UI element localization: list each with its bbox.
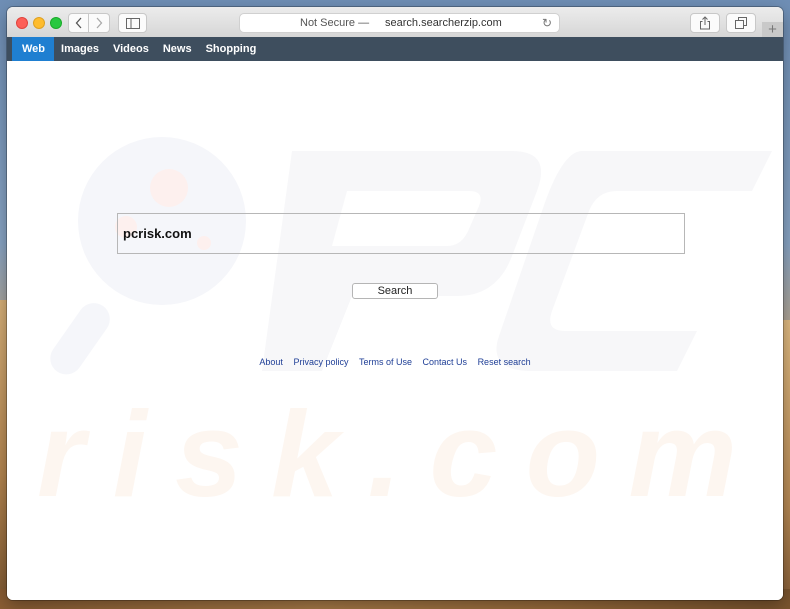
reload-icon[interactable]: ↻ bbox=[542, 16, 552, 30]
footer-link-privacy-policy[interactable]: Privacy policy bbox=[293, 357, 348, 367]
chevron-right-icon bbox=[96, 17, 103, 29]
footer-links: About Privacy policy Terms of Use Contac… bbox=[7, 357, 783, 367]
address-bar[interactable]: Not Secure — search.searcherzip.com ↻ bbox=[239, 13, 560, 33]
back-button[interactable] bbox=[68, 13, 89, 33]
footer-link-contact-us[interactable]: Contact Us bbox=[423, 357, 468, 367]
footer-link-about[interactable]: About bbox=[259, 357, 283, 367]
url-text: search.searcherzip.com bbox=[385, 17, 502, 29]
forward-button[interactable] bbox=[89, 13, 110, 33]
watermark-magnifier-handle bbox=[44, 296, 117, 381]
chevron-left-icon bbox=[75, 17, 81, 29]
search-button[interactable]: Search bbox=[352, 283, 438, 299]
nav-tab-web[interactable]: Web bbox=[12, 37, 55, 61]
share-icon bbox=[700, 16, 710, 30]
watermark-logo: risk.com bbox=[37, 151, 772, 522]
tabs-overview-icon bbox=[735, 17, 747, 29]
browser-window: Not Secure — search.searcherzip.com ↻ + … bbox=[7, 7, 783, 600]
nav-tab-shopping[interactable]: Shopping bbox=[199, 37, 264, 61]
search-input[interactable] bbox=[117, 213, 685, 254]
nav-tab-news[interactable]: News bbox=[156, 37, 199, 61]
share-button[interactable] bbox=[690, 13, 720, 33]
nav-tab-videos[interactable]: Videos bbox=[106, 37, 156, 61]
close-window-button[interactable] bbox=[16, 17, 28, 29]
watermark-risk-text: risk.com bbox=[37, 386, 737, 522]
nav-tab-images[interactable]: Images bbox=[54, 37, 106, 61]
minimize-window-button[interactable] bbox=[33, 17, 45, 29]
sidebar-toggle-button[interactable] bbox=[118, 13, 147, 33]
search-category-nav: Web Images Videos News Shopping bbox=[7, 37, 783, 61]
show-tabs-button[interactable] bbox=[726, 13, 756, 33]
page-content: risk.com Search About Privacy policy Ter… bbox=[7, 61, 783, 600]
not-secure-label: Not Secure — bbox=[300, 17, 370, 29]
browser-toolbar: Not Secure — search.searcherzip.com ↻ + bbox=[7, 7, 783, 38]
new-tab-button[interactable]: + bbox=[762, 22, 783, 37]
watermark-dot bbox=[150, 169, 188, 207]
sidebar-icon bbox=[125, 17, 140, 29]
footer-link-terms-of-use[interactable]: Terms of Use bbox=[359, 357, 412, 367]
fullscreen-window-button[interactable] bbox=[50, 17, 62, 29]
watermark-pc-shape bbox=[262, 151, 772, 371]
footer-link-reset-search[interactable]: Reset search bbox=[478, 357, 531, 367]
